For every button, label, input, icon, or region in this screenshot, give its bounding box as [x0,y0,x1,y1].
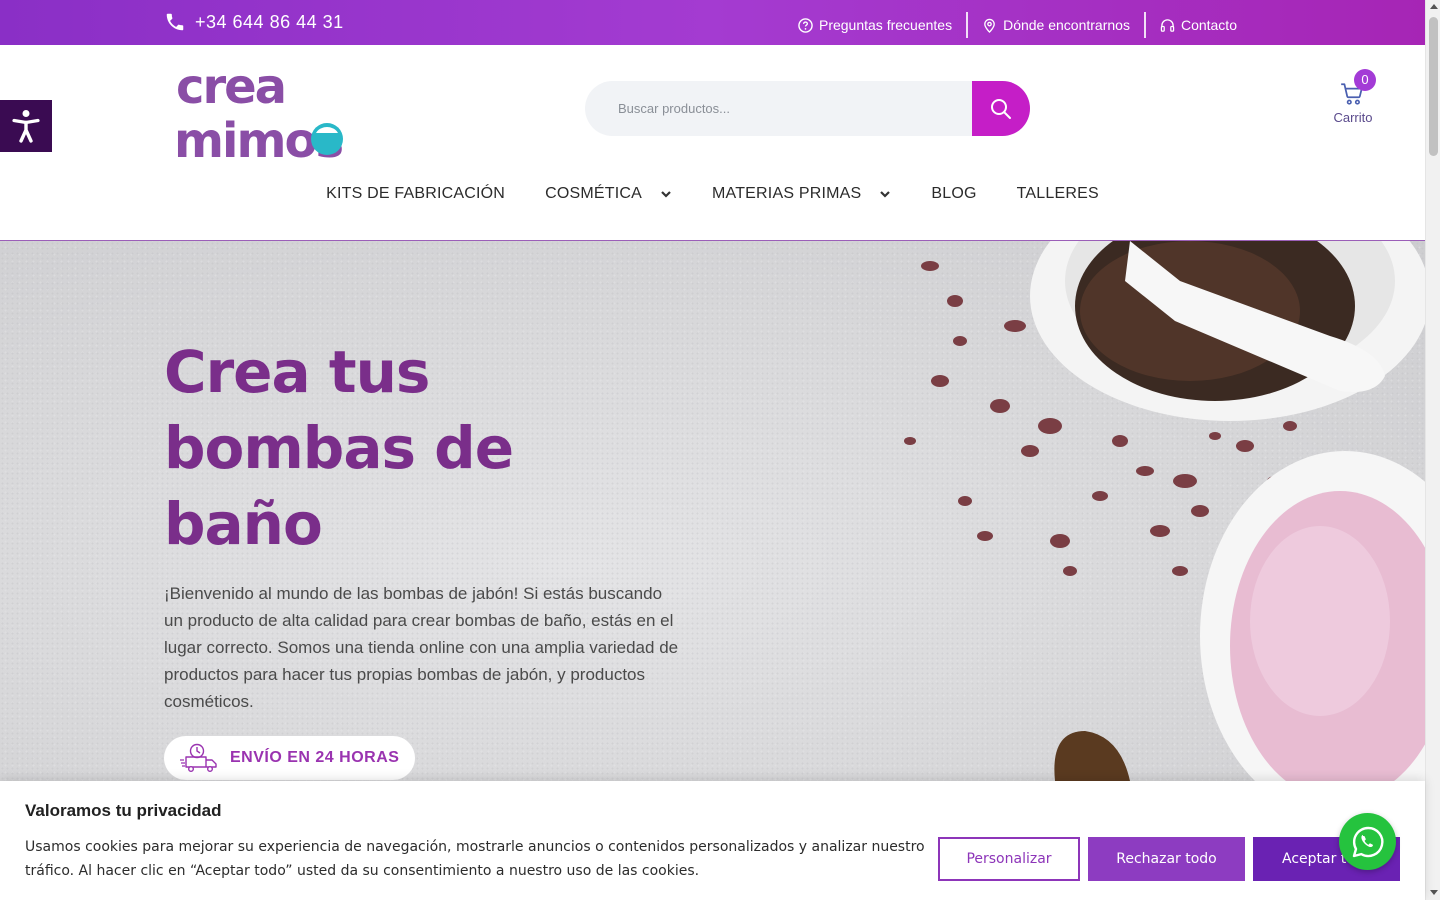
accessibility-icon [12,110,40,143]
nav-item-talleres[interactable]: TALLERES [997,185,1119,203]
pink-bath-salt-highlight [1250,526,1390,716]
whatsapp-icon [1352,826,1383,857]
cookie-consent-banner: Valoramos tu privacidad Usamos cookies p… [0,781,1425,900]
scrollbar-thumb[interactable] [1429,17,1438,156]
nav-item-blog[interactable]: BLOG [911,185,996,203]
reject-all-button[interactable]: Rechazar todo [1088,837,1245,881]
shipping-badge: ENVÍO EN 24 HORAS [164,736,415,780]
delivery-truck-icon [180,743,217,773]
customize-cookies-button[interactable]: Personalizar [938,837,1080,881]
hero-title: Crea tus bombas de baño [164,338,514,558]
cart-label: Carrito [1333,110,1373,125]
search-icon [991,98,1011,119]
nav-label: KITS DE FABRICACIÓN [326,185,506,202]
question-circle-icon [798,17,813,33]
site-header: crea mimos 0 Carrito KITS DE FABRICACIÓN… [0,45,1425,241]
cookie-text: Usamos cookies para mejorar su experienc… [25,839,925,879]
cart-count-badge: 0 [1354,69,1376,91]
phone-icon [166,13,184,31]
phone-number: +34 644 86 44 31 [195,11,344,32]
faq-link[interactable]: Preguntas frecuentes [784,12,966,38]
shipping-label: ENVÍO EN 24 HORAS [230,749,400,766]
cookie-title: Valoramos tu privacidad [25,801,222,820]
nav-item-kits[interactable]: KITS DE FABRICACIÓN [306,185,525,203]
nav-label: BLOG [931,185,977,202]
accessibility-button[interactable] [0,100,52,152]
top-links: Preguntas frecuentes Dónde encontrarnos … [784,12,1251,38]
wooden-spoon [1054,731,1130,781]
main-nav: KITS DE FABRICACIÓN COSMÉTICA MATERIAS P… [0,185,1425,203]
map-pin-icon [984,18,995,33]
chevron-down-icon [661,191,671,198]
headphones-icon [1160,18,1175,32]
chevron-down-icon [880,191,891,198]
nav-label: MATERIAS PRIMAS [711,185,862,202]
logo-text-top: crea [176,59,285,115]
search-bar [585,81,1030,136]
contact-link[interactable]: Contacto [1146,12,1251,38]
phone-link[interactable]: +34 644 86 44 31 [164,11,344,33]
search-input[interactable] [585,81,972,136]
nav-item-cosmetica[interactable]: COSMÉTICA [525,185,692,203]
contact-label: Contacto [1180,17,1237,33]
scroll-up-arrow-icon[interactable] [1430,4,1438,9]
nav-label: COSMÉTICA [545,185,642,202]
whatsapp-button[interactable] [1339,813,1396,870]
page-scrollbar[interactable] [1425,0,1440,900]
hero-description: ¡Bienvenido al mundo de las bombas de ja… [164,584,679,711]
site-logo[interactable]: crea mimos [174,59,379,159]
hero-banner: Crea tus bombas de baño ¡Bienvenido al m… [0,241,1425,781]
location-label: Dónde encontrarnos [1003,17,1130,33]
cart-button[interactable]: 0 Carrito [1326,69,1380,131]
search-button[interactable] [972,81,1030,136]
top-bar: +34 644 86 44 31 Preguntas frecuentes Dó… [0,0,1425,45]
nav-item-materias-primas[interactable]: MATERIAS PRIMAS [692,185,911,203]
nav-label: TALLERES [1016,185,1099,202]
location-link[interactable]: Dónde encontrarnos [968,12,1144,38]
scroll-down-arrow-icon[interactable] [1430,890,1438,895]
faq-label: Preguntas frecuentes [818,17,953,33]
